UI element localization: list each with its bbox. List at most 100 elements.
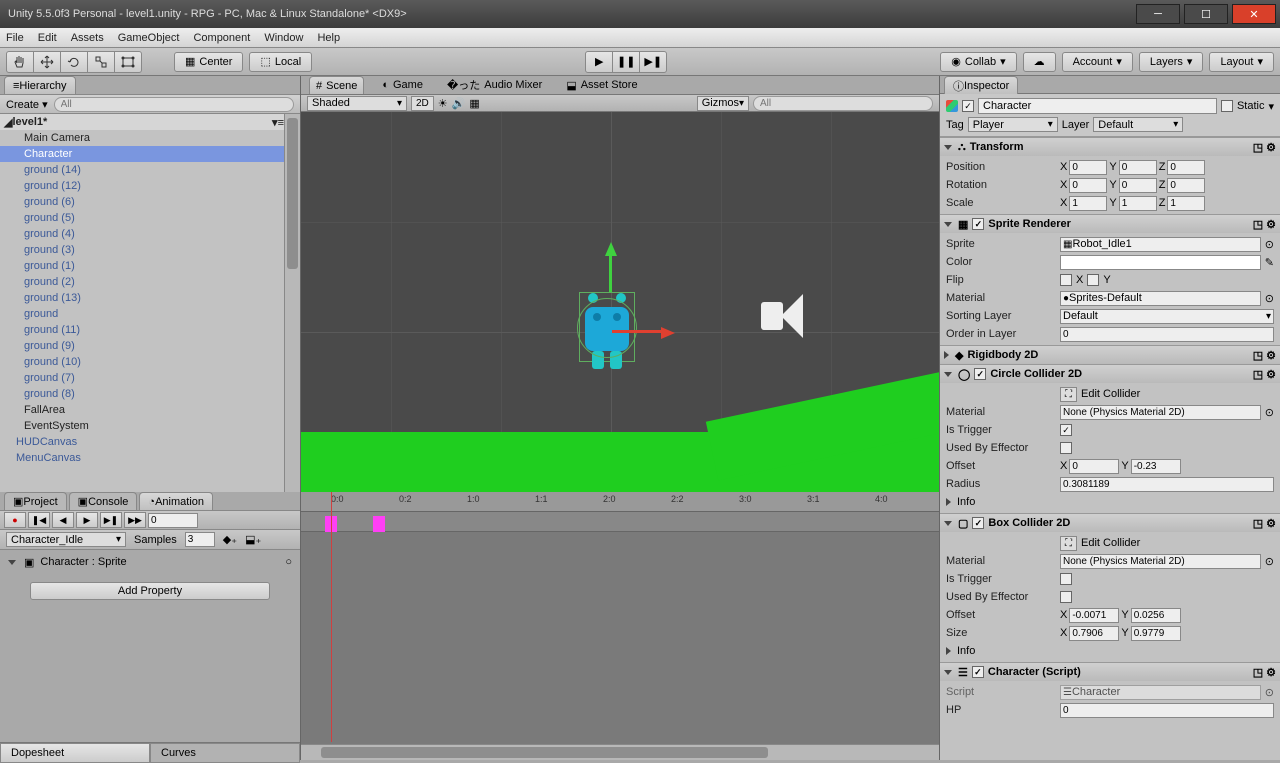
menu-component[interactable]: Component — [193, 32, 250, 44]
sprite-field[interactable]: ▦ Robot_Idle1 — [1060, 237, 1261, 252]
color-field[interactable] — [1060, 255, 1261, 270]
hand-tool[interactable] — [6, 51, 34, 73]
rect-tool[interactable] — [114, 51, 142, 73]
box-sz-y[interactable] — [1131, 626, 1181, 641]
tab-assetstore[interactable]: ⬓ Asset Store — [560, 76, 643, 94]
circle-off-y[interactable] — [1131, 459, 1181, 474]
hierarchy-search[interactable] — [54, 97, 294, 112]
frame-field[interactable] — [148, 513, 198, 528]
rigidbody-header[interactable]: Rigidbody 2D — [967, 349, 1038, 361]
tab-project[interactable]: ▣ Project — [4, 492, 67, 510]
hierarchy-item[interactable]: ground (4) — [0, 226, 284, 242]
tab-inspector[interactable]: ⓘ Inspector — [944, 76, 1018, 94]
static-checkbox[interactable] — [1221, 100, 1233, 112]
audio-icon[interactable]: 🔊 — [452, 97, 466, 110]
step-button[interactable]: ▶❚ — [639, 51, 667, 73]
tab-game[interactable]: ◐ Game — [376, 76, 429, 94]
layers-dropdown[interactable]: Layers ▾ — [1139, 52, 1204, 72]
circle-effector[interactable] — [1060, 442, 1072, 454]
rot-x[interactable] — [1069, 178, 1107, 193]
account-dropdown[interactable]: Account ▾ — [1062, 52, 1133, 72]
hierarchy-item[interactable]: ground (13) — [0, 290, 284, 306]
box-collider-header[interactable]: Box Collider 2D — [988, 517, 1070, 529]
scl-z[interactable] — [1167, 196, 1205, 211]
maximize-button[interactable]: ☐ — [1184, 4, 1228, 24]
flip-y[interactable] — [1087, 274, 1099, 286]
hierarchy-item[interactable]: ground (1) — [0, 258, 284, 274]
sprite-material[interactable]: ● Sprites-Default — [1060, 291, 1261, 306]
hierarchy-item[interactable]: ground (6) — [0, 194, 284, 210]
hierarchy-item[interactable]: ground (12) — [0, 178, 284, 194]
pos-z[interactable] — [1167, 160, 1205, 175]
hierarchy-item[interactable]: MenuCanvas — [0, 450, 284, 466]
active-checkbox[interactable]: ✓ — [962, 100, 974, 112]
flip-x[interactable] — [1060, 274, 1072, 286]
rot-z[interactable] — [1167, 178, 1205, 193]
menu-gameobject[interactable]: GameObject — [118, 32, 180, 44]
dopesheet-tab[interactable]: Dopesheet — [0, 743, 150, 763]
scale-tool[interactable] — [87, 51, 115, 73]
add-keyframe-icon[interactable]: ◆₊ — [223, 533, 237, 546]
timeline-body[interactable] — [301, 532, 939, 744]
sprite-renderer-header[interactable]: Sprite Renderer — [988, 218, 1071, 230]
prev-frame-button[interactable]: ◀ — [52, 512, 74, 528]
add-event-icon[interactable]: ⬓₊ — [245, 533, 261, 546]
last-frame-button[interactable]: ▶▶ — [124, 512, 146, 528]
samples-field[interactable] — [185, 532, 215, 547]
menu-edit[interactable]: Edit — [38, 32, 57, 44]
play-button[interactable]: ▶ — [585, 51, 613, 73]
2d-toggle[interactable]: 2D — [411, 96, 434, 111]
minimize-button[interactable]: ─ — [1136, 4, 1180, 24]
scl-y[interactable] — [1119, 196, 1157, 211]
menu-assets[interactable]: Assets — [71, 32, 104, 44]
rot-y[interactable] — [1119, 178, 1157, 193]
playhead[interactable] — [331, 492, 332, 742]
hierarchy-item[interactable]: ground (8) — [0, 386, 284, 402]
box-trigger[interactable] — [1060, 573, 1072, 585]
hierarchy-item[interactable]: ground (9) — [0, 338, 284, 354]
pause-button[interactable]: ❚❚ — [612, 51, 640, 73]
record-button[interactable]: ● — [4, 512, 26, 528]
scene-search[interactable] — [753, 96, 933, 111]
menu-window[interactable]: Window — [264, 32, 303, 44]
script-header[interactable]: Character (Script) — [988, 666, 1081, 678]
hierarchy-item[interactable]: Character — [0, 146, 284, 162]
tab-audiomixer[interactable]: �った Audio Mixer — [441, 76, 548, 94]
hierarchy-item[interactable]: ground (10) — [0, 354, 284, 370]
hierarchy-item[interactable]: Main Camera — [0, 130, 284, 146]
box-effector[interactable] — [1060, 591, 1072, 603]
shaded-dropdown[interactable]: Shaded▾ — [307, 96, 407, 111]
pivot-local[interactable]: ⬚ Local — [249, 52, 312, 72]
circle-material[interactable]: None (Physics Material 2D) — [1060, 405, 1261, 420]
hierarchy-item[interactable]: ground — [0, 306, 284, 322]
hp-field[interactable] — [1060, 703, 1274, 718]
hierarchy-item[interactable]: ground (2) — [0, 274, 284, 290]
tag-dropdown[interactable]: Player▾ — [968, 117, 1058, 132]
add-property-button[interactable]: Add Property — [30, 582, 270, 600]
timeline-ruler[interactable]: 0:00:21:01:12:02:23:03:14:0 — [301, 492, 939, 512]
first-frame-button[interactable]: ❚◀ — [28, 512, 50, 528]
tab-hierarchy[interactable]: ≡ Hierarchy — [4, 76, 76, 94]
hierarchy-item[interactable]: FallArea — [0, 402, 284, 418]
edit-collider-box[interactable]: ⛶ — [1060, 536, 1077, 551]
layout-dropdown[interactable]: Layout ▾ — [1209, 52, 1274, 72]
box-off-y[interactable] — [1131, 608, 1181, 623]
sorting-layer[interactable]: Default▾ — [1060, 309, 1274, 324]
curves-tab[interactable]: Curves — [150, 743, 300, 763]
pos-y[interactable] — [1119, 160, 1157, 175]
circle-off-x[interactable] — [1069, 459, 1119, 474]
gizmos-dropdown[interactable]: Gizmos ▾ — [697, 96, 749, 111]
move-tool[interactable] — [33, 51, 61, 73]
box-info[interactable]: Info — [957, 645, 975, 657]
tab-console[interactable]: ▣ Console — [69, 492, 138, 510]
animation-track-row[interactable]: ▣ Character : Sprite○ — [0, 550, 300, 574]
hierarchy-scrollbar[interactable] — [284, 114, 300, 492]
clip-dropdown[interactable]: Character_Idle▾ — [6, 532, 126, 547]
object-name-field[interactable] — [978, 98, 1217, 114]
tab-scene[interactable]: # Scene — [309, 76, 364, 94]
pivot-center[interactable]: ▦ Center — [174, 52, 243, 72]
circle-radius[interactable] — [1060, 477, 1274, 492]
fx-icon[interactable]: ▦ — [469, 97, 479, 110]
transform-header[interactable]: Transform — [970, 141, 1024, 153]
timeline-scrollbar[interactable] — [301, 744, 939, 760]
